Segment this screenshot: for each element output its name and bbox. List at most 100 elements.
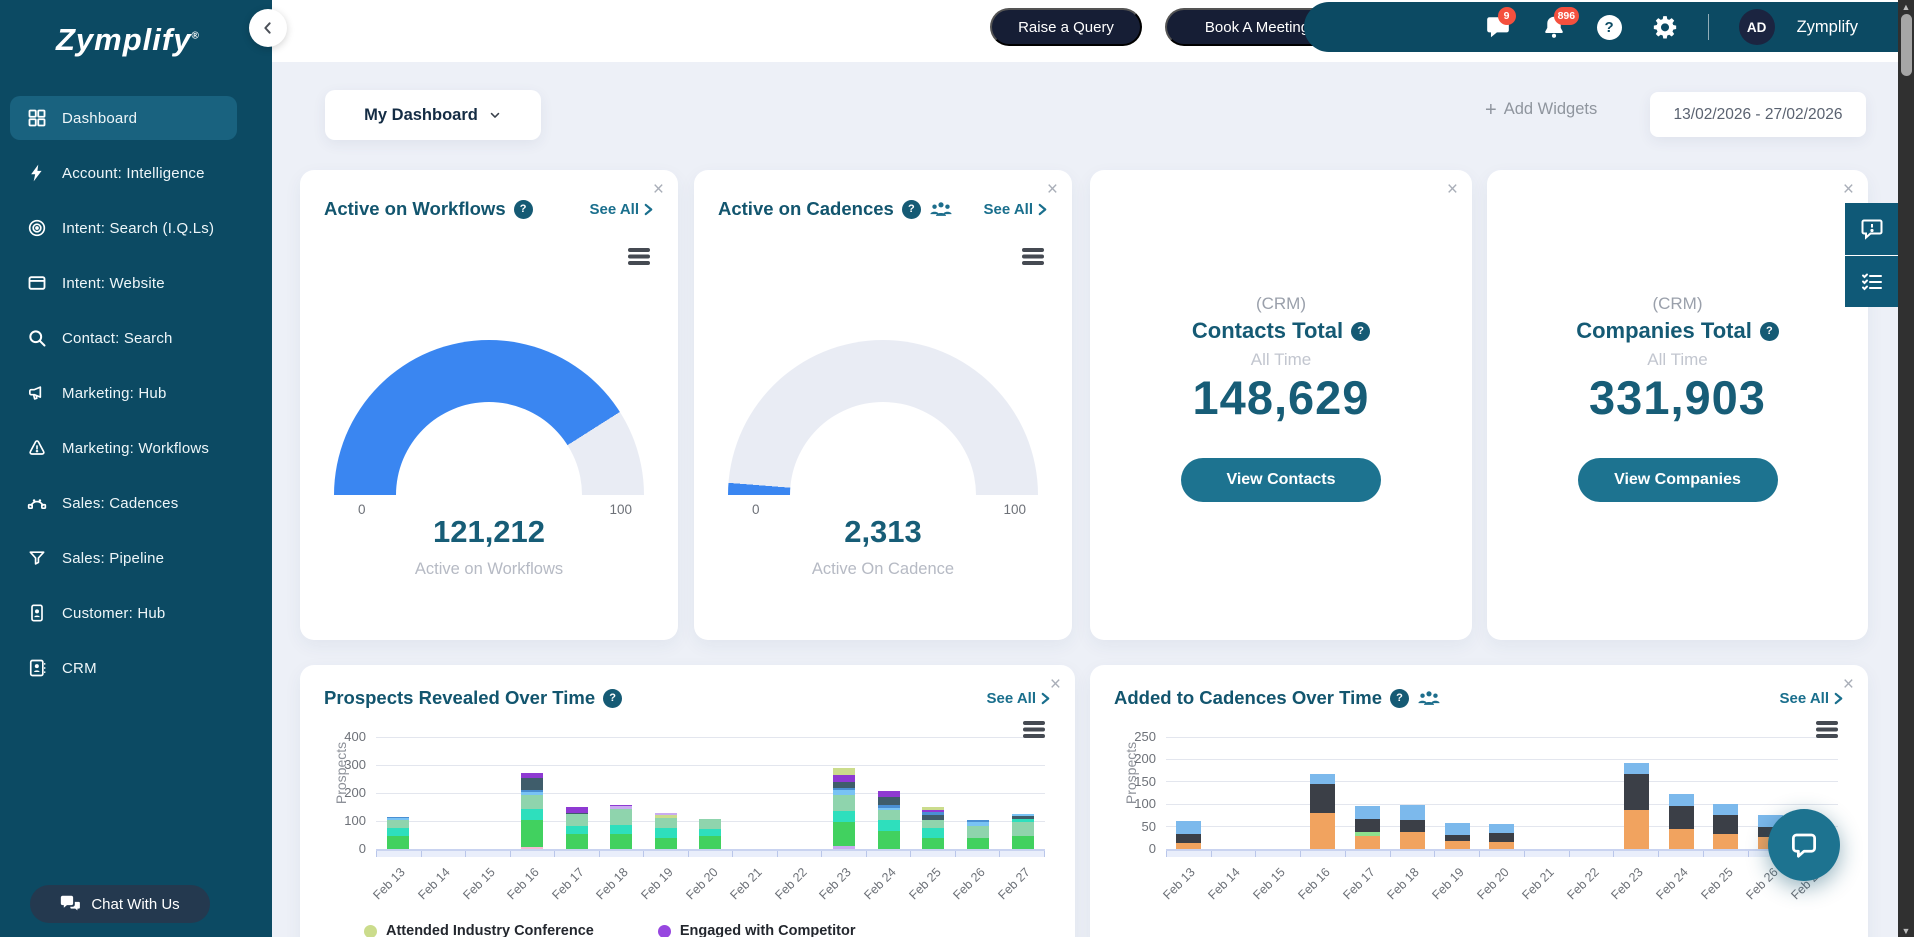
close-icon[interactable]: × [1843, 675, 1854, 694]
scroll-down-icon[interactable]: ▼ [1898, 924, 1914, 937]
sidebar-item-label: Customer: Hub [62, 605, 165, 622]
close-icon[interactable]: × [1843, 180, 1854, 199]
alert-bubble-icon [1860, 217, 1884, 241]
see-all-link[interactable]: See All [984, 201, 1048, 218]
scroll-up-icon[interactable]: ▲ [1898, 0, 1914, 13]
bar-feb-23[interactable] [822, 737, 867, 849]
help-icon[interactable]: ? [603, 689, 622, 708]
bar-feb-14[interactable] [1211, 737, 1256, 849]
scrollbar-thumb[interactable] [1901, 14, 1912, 76]
close-icon[interactable]: × [1050, 675, 1061, 694]
scrollbar[interactable]: ▲ ▼ [1898, 0, 1914, 937]
close-icon[interactable]: × [653, 180, 664, 199]
bar-feb-15[interactable] [1256, 737, 1301, 849]
sidebar-item-customer-hub[interactable]: Customer: Hub [10, 591, 237, 635]
view-contacts-button[interactable]: View Contacts [1181, 458, 1381, 502]
notifications-button[interactable]: 896 [1541, 14, 1567, 40]
bar-feb-18[interactable] [599, 737, 644, 849]
sidebar-item-sales-pipeline[interactable]: Sales: Pipeline [10, 536, 237, 580]
x-tick-label: Feb 17 [549, 865, 586, 902]
sidebar-collapse-button[interactable] [249, 9, 287, 47]
sidebar-item-dashboard[interactable]: Dashboard [10, 96, 237, 140]
bar-feb-14[interactable] [421, 737, 466, 849]
chat-with-us-button[interactable]: Chat With Us [30, 885, 210, 923]
chart-menu-icon[interactable] [628, 248, 650, 265]
sidebar-item-crm[interactable]: CRM [10, 646, 237, 690]
chat-float-button[interactable] [1768, 809, 1840, 881]
chart-menu-icon[interactable] [1023, 721, 1045, 738]
bar-feb-25[interactable] [1704, 737, 1749, 849]
bar-feb-20[interactable] [1480, 737, 1525, 849]
account-name[interactable]: Zymplify [1797, 18, 1858, 37]
bar-segment [1669, 794, 1694, 807]
raise-query-button[interactable]: Raise a Query [990, 8, 1142, 46]
sidebar-item-label: Intent: Website [62, 275, 165, 292]
close-icon[interactable]: × [1447, 180, 1458, 199]
bar-feb-22[interactable] [777, 737, 822, 849]
bar-feb-23[interactable] [1614, 737, 1659, 849]
close-icon[interactable]: × [1047, 180, 1058, 199]
see-all-link[interactable]: See All [1780, 690, 1844, 707]
x-tick [1659, 851, 1704, 857]
messages-badge: 9 [1498, 7, 1516, 25]
see-all-link[interactable]: See All [590, 201, 654, 218]
people-icon [929, 199, 953, 219]
bar-feb-17[interactable] [1345, 737, 1390, 849]
sidebar-item-intent-search-i-q-ls[interactable]: Intent: Search (I.Q.Ls) [10, 206, 237, 250]
bar-feb-25[interactable] [911, 737, 956, 849]
bar-feb-18[interactable] [1390, 737, 1435, 849]
checklist-tab[interactable] [1845, 255, 1898, 307]
user-avatar[interactable]: AD [1739, 9, 1775, 45]
legend-item-engaged-with-competitor[interactable]: Engaged with Competitor [658, 923, 856, 937]
messages-button[interactable]: 9 [1485, 14, 1511, 40]
see-all-label: See All [590, 201, 639, 218]
bar-segment [521, 795, 543, 808]
help-icon[interactable]: ? [1760, 322, 1779, 341]
x-tick [1704, 851, 1749, 857]
topbar: Raise a Query Book A Meeting 9 896 ? AD … [272, 0, 1898, 62]
legend-item-attended-industry-conference[interactable]: Attended Industry Conference [364, 923, 594, 937]
help-button[interactable]: ? [1597, 15, 1622, 40]
sidebar-item-sales-cadences[interactable]: Sales: Cadences [10, 481, 237, 525]
bar-feb-17[interactable] [554, 737, 599, 849]
bar-feb-26[interactable] [956, 737, 1001, 849]
sidebar-item-account-intelligence[interactable]: Account: Intelligence [10, 151, 237, 195]
feedback-tab[interactable] [1845, 203, 1898, 255]
main-content: My Dashboard + Add Widgets 13/02/2026 - … [272, 62, 1898, 937]
dashboard-selector-label: My Dashboard [364, 106, 478, 125]
add-widgets-button[interactable]: + Add Widgets [1485, 100, 1597, 119]
bar-feb-13[interactable] [1166, 737, 1211, 849]
bar-feb-20[interactable] [688, 737, 733, 849]
dashboard-selector[interactable]: My Dashboard [325, 90, 541, 140]
sidebar-item-marketing-hub[interactable]: Marketing: Hub [10, 371, 237, 415]
chart-menu-icon[interactable] [1022, 248, 1044, 265]
sidebar-item-contact-search[interactable]: Contact: Search [10, 316, 237, 360]
bar-feb-19[interactable] [644, 737, 689, 849]
sidebar-item-intent-website[interactable]: Intent: Website [10, 261, 237, 305]
view-companies-button[interactable]: View Companies [1578, 458, 1778, 502]
bar-feb-27[interactable] [1000, 737, 1045, 849]
y-tick-label: 300 [344, 757, 366, 772]
y-tick-label: 250 [1134, 729, 1156, 744]
bar-feb-24[interactable] [867, 737, 912, 849]
sidebar-item-marketing-workflows[interactable]: Marketing: Workflows [10, 426, 237, 470]
help-icon[interactable]: ? [1351, 322, 1370, 341]
help-icon[interactable]: ? [514, 200, 533, 219]
dashboard-page: Zymplify® DashboardAccount: Intelligence… [0, 0, 1914, 937]
bar-feb-24[interactable] [1659, 737, 1704, 849]
see-all-link[interactable]: See All [987, 690, 1051, 707]
help-icon[interactable]: ? [902, 200, 921, 219]
chart-menu-icon[interactable] [1816, 721, 1838, 738]
bar-feb-21[interactable] [733, 737, 778, 849]
bar-feb-16[interactable] [510, 737, 555, 849]
bar-feb-13[interactable] [376, 737, 421, 849]
help-icon[interactable]: ? [1390, 689, 1409, 708]
bar-feb-15[interactable] [465, 737, 510, 849]
bar-feb-21[interactable] [1524, 737, 1569, 849]
bar-feb-19[interactable] [1435, 737, 1480, 849]
bar-feb-22[interactable] [1569, 737, 1614, 849]
legend-dot [658, 925, 671, 937]
bar-feb-16[interactable] [1300, 737, 1345, 849]
settings-button[interactable] [1652, 14, 1678, 40]
date-range-picker[interactable]: 13/02/2026 - 27/02/2026 [1650, 92, 1866, 137]
